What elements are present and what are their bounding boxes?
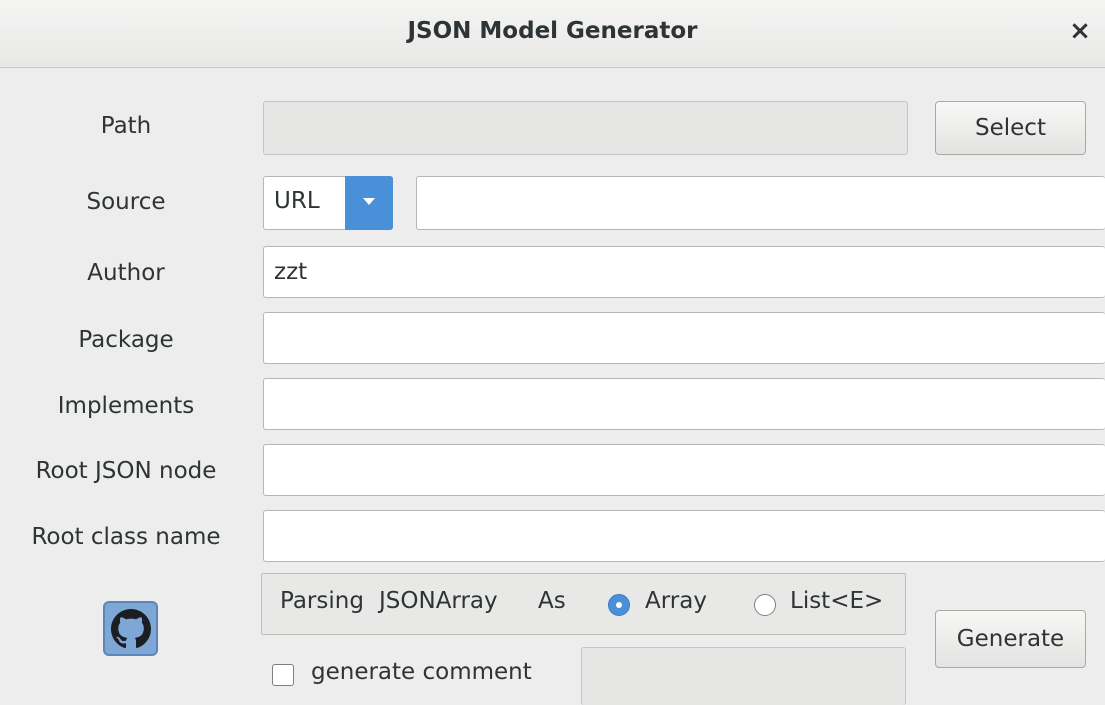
root-class-name-input[interactable] <box>263 510 1105 562</box>
close-icon[interactable]: × <box>1065 14 1095 48</box>
list-radio[interactable] <box>754 594 776 616</box>
parsing-label: Parsing <box>280 588 364 614</box>
generate-comment-label[interactable]: generate comment <box>311 659 532 685</box>
package-input[interactable] <box>263 312 1105 364</box>
source-type-value: URL <box>274 188 320 214</box>
github-icon[interactable] <box>103 601 158 656</box>
root-json-node-input[interactable] <box>263 444 1105 496</box>
author-input[interactable]: zzt <box>263 246 1105 298</box>
path-field[interactable] <box>263 101 908 155</box>
jsonarray-label: JSONArray <box>379 588 498 614</box>
array-radio[interactable] <box>608 594 630 616</box>
chevron-down-icon[interactable] <box>345 176 393 230</box>
source-type-dropdown[interactable]: URL <box>263 176 393 230</box>
parsing-options-group: Parsing JSONArray As Array List<E> <box>261 573 906 635</box>
comment-input[interactable] <box>581 647 906 705</box>
implements-label: Implements <box>57 393 195 419</box>
package-label: Package <box>78 327 174 353</box>
generate-button[interactable]: Generate <box>935 610 1086 668</box>
source-url-input[interactable] <box>416 176 1105 230</box>
implements-input[interactable] <box>263 378 1105 430</box>
source-label: Source <box>86 189 166 215</box>
generate-comment-checkbox[interactable] <box>272 664 294 686</box>
window-title: JSON Model Generator <box>407 18 698 44</box>
path-label: Path <box>100 113 152 139</box>
list-option-label[interactable]: List<E> <box>790 588 883 614</box>
root-json-node-label: Root JSON node <box>35 458 217 484</box>
select-button[interactable]: Select <box>935 101 1086 155</box>
as-label: As <box>538 588 566 614</box>
array-option-label[interactable]: Array <box>645 588 707 614</box>
author-label: Author <box>87 260 165 286</box>
root-class-name-label: Root class name <box>31 524 221 550</box>
title-bar: JSON Model Generator × <box>0 0 1105 68</box>
